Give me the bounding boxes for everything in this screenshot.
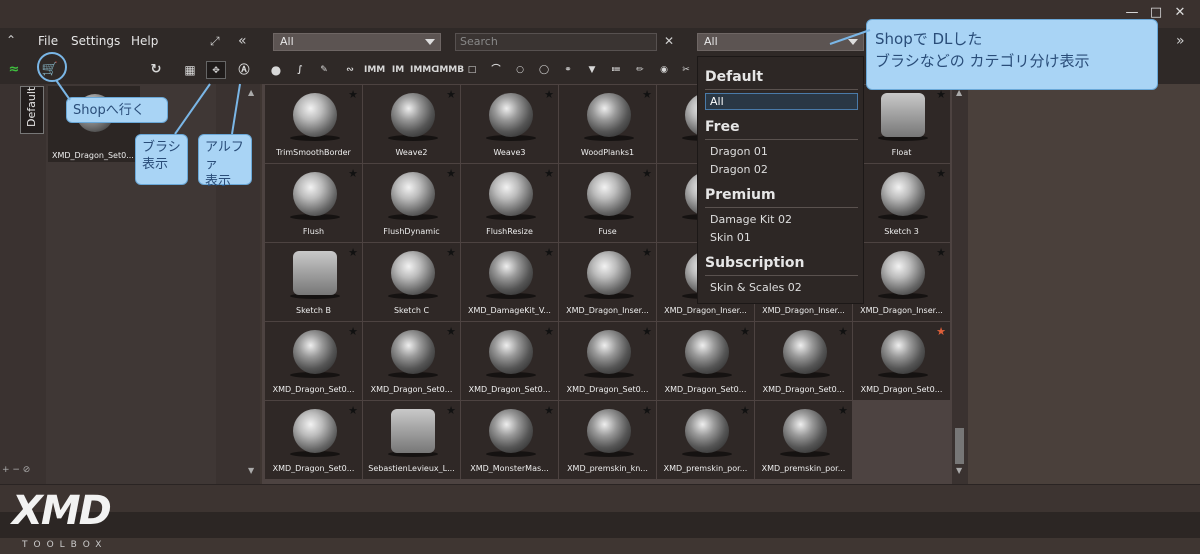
arrow-brush <box>174 83 211 135</box>
arrow-alpha <box>231 83 241 135</box>
logo-subtitle: TOOLBOX <box>22 540 108 550</box>
arrow-category <box>829 29 871 45</box>
xmd-logo: XMD <box>12 488 112 534</box>
annotation-arrows <box>55 29 871 135</box>
app-window: { "menu": {"file": "File", "settings": "… <box>0 0 1200 554</box>
arrow-shop <box>55 79 71 101</box>
